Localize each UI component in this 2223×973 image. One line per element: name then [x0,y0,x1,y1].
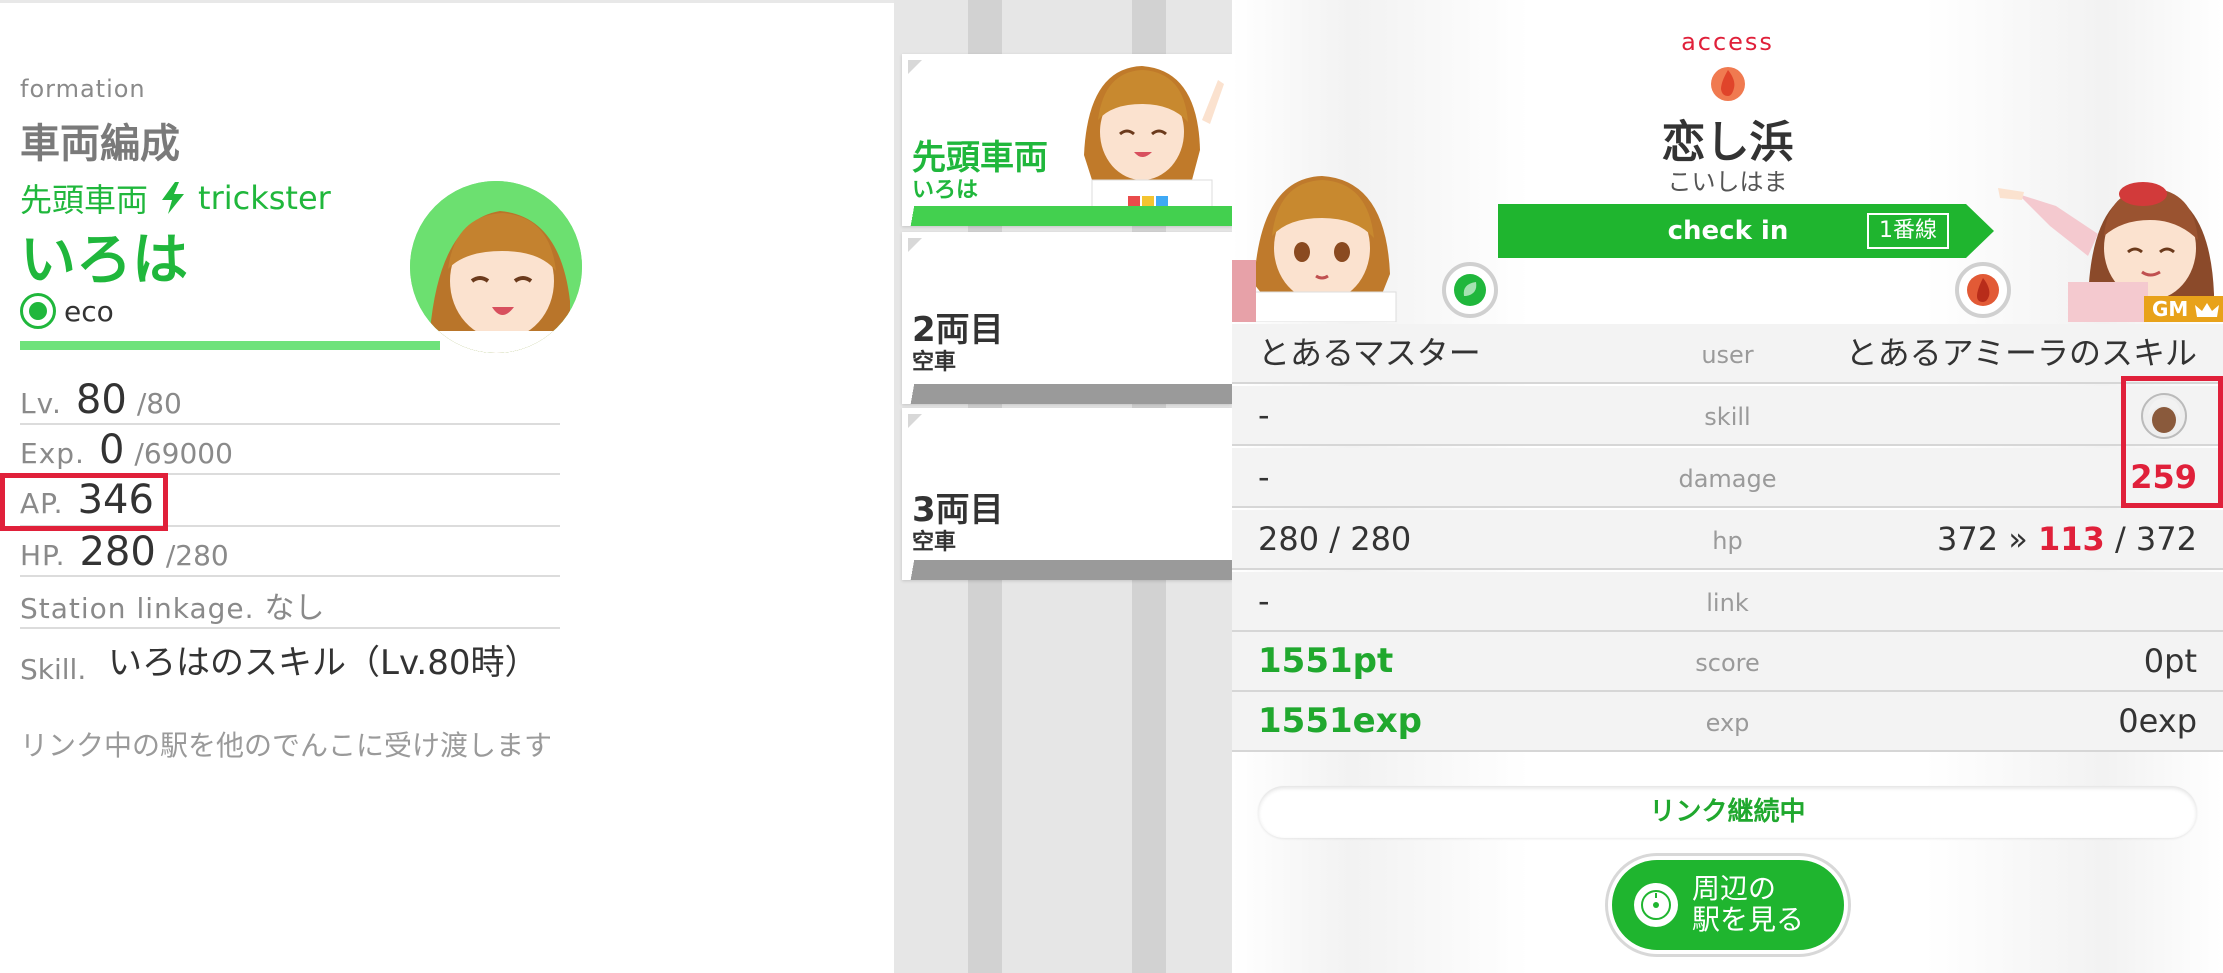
hp-max: /280 [165,539,229,572]
exp-max: /69000 [134,437,233,470]
compass-icon [1634,883,1678,927]
hp-value: 280 [79,529,156,575]
train-car-list: 先頭車両 いろは 2両目 空車 3両目 空車 [894,0,1232,973]
link-status-pill: リンク継続中 [1258,786,2197,838]
car-slot-sub: 空車 [912,530,957,555]
formation-panel: formation 車両編成 先頭車両 trickster いろは eco Lv… [0,0,894,973]
defender-hp-after: 113 [2038,520,2105,558]
heat-attribute-icon [1711,67,1745,101]
formation-subtitle: formation [20,75,146,103]
heat-team-icon [1955,262,2011,318]
denko-face-illustration [410,181,582,353]
damage-row: - damage 259 [1232,448,2223,508]
skill-name: いろはのスキル（Lv.80時） [108,643,539,683]
defender-score: 0pt [2143,642,2197,680]
car-slot-sub: いろは [912,178,979,203]
car-slot-bar [902,560,1232,580]
user-row: とあるマスター user とあるアミーラのスキル [1232,324,2223,384]
denko-portrait[interactable] [410,181,582,353]
skill-label: Skill. [20,653,87,686]
defender-hp-max: / 372 [2114,520,2197,558]
link-row: - link [1232,572,2223,632]
eco-team-icon [1442,262,1498,318]
attribute-label: eco [64,294,114,328]
car-slot-2[interactable]: 2両目 空車 [902,232,1232,404]
crown-icon [2195,302,2220,317]
exp-row-label: exp [1705,709,1750,737]
attribute-line: eco [20,293,114,329]
access-label: access [1681,28,1774,56]
formation-title: 車両編成 [20,121,180,167]
link-row-label: link [1706,589,1749,617]
defender-hp: 372 » 113 / 372 [1937,510,2197,568]
access-result-panel: access 恋し浜 こいしはま check in 1番線 GM とあるマスター… [1232,0,2223,973]
skill-row: - skill [1232,386,2223,446]
nearby-stations-button[interactable]: 周辺の 駅を見る [1608,856,1848,954]
exp-row: 1551exp exp 0exp [1232,692,2223,752]
exp-value: 0 [98,427,125,473]
car-slot-1[interactable]: 先頭車両 いろは [902,54,1232,226]
score-row-label: score [1695,649,1760,677]
attacker-illustration [1232,176,1397,322]
skill-description: リンク中の駅を他のでんこに受け渡します [20,729,553,762]
skill-row-label: skill [1704,403,1751,431]
level-row: Lv. 80 /80 [20,377,560,425]
car-slot-3[interactable]: 3両目 空車 [902,408,1232,580]
level-max: /80 [136,387,182,420]
exp-row: Exp. 0 /69000 [20,427,560,475]
exp-label: Exp. [20,437,85,470]
car-slot-bar [902,206,1232,226]
attribute-bar [20,341,440,350]
hp-label: HP. [20,539,66,572]
defender-user-name: とあるアミーラのスキル [1845,334,2197,372]
damage-highlight-box [2121,376,2223,508]
damage-row-label: damage [1678,465,1777,493]
ap-highlight-box [0,473,168,531]
station-linkage-row: Station linkage. なし [20,583,560,629]
denko-illustration [1084,66,1224,226]
car-slot-sub: 空車 [912,350,957,375]
score-row: 1551pt score 0pt [1232,632,2223,692]
station-linkage-label: Station linkage. [20,592,255,625]
defender-exp: 0exp [2118,702,2197,740]
level-value: 80 [75,377,127,423]
track-badge: 1番線 [1867,213,1949,249]
denko-type-label: trickster [198,179,331,217]
defender-hp-before: 372 » [1937,520,2028,558]
station-linkage-value: なし [264,591,325,626]
gm-badge: GM [2144,296,2223,322]
hp-row: HP. 280 /280 [20,529,560,577]
attacker-character [1232,164,1410,322]
eco-attribute-icon [20,293,56,329]
station-name: 恋し浜 [1661,117,1794,168]
nearby-stations-label: 周辺の 駅を見る [1692,872,1805,936]
denko-name: いろは [20,228,188,293]
gm-badge-text: GM [2152,297,2189,321]
lightning-icon [162,182,185,214]
hp-row: 280 / 280 hp 372 » 113 / 372 [1232,510,2223,570]
level-label: Lv. [20,387,62,420]
car-slot-bar [902,384,1232,404]
